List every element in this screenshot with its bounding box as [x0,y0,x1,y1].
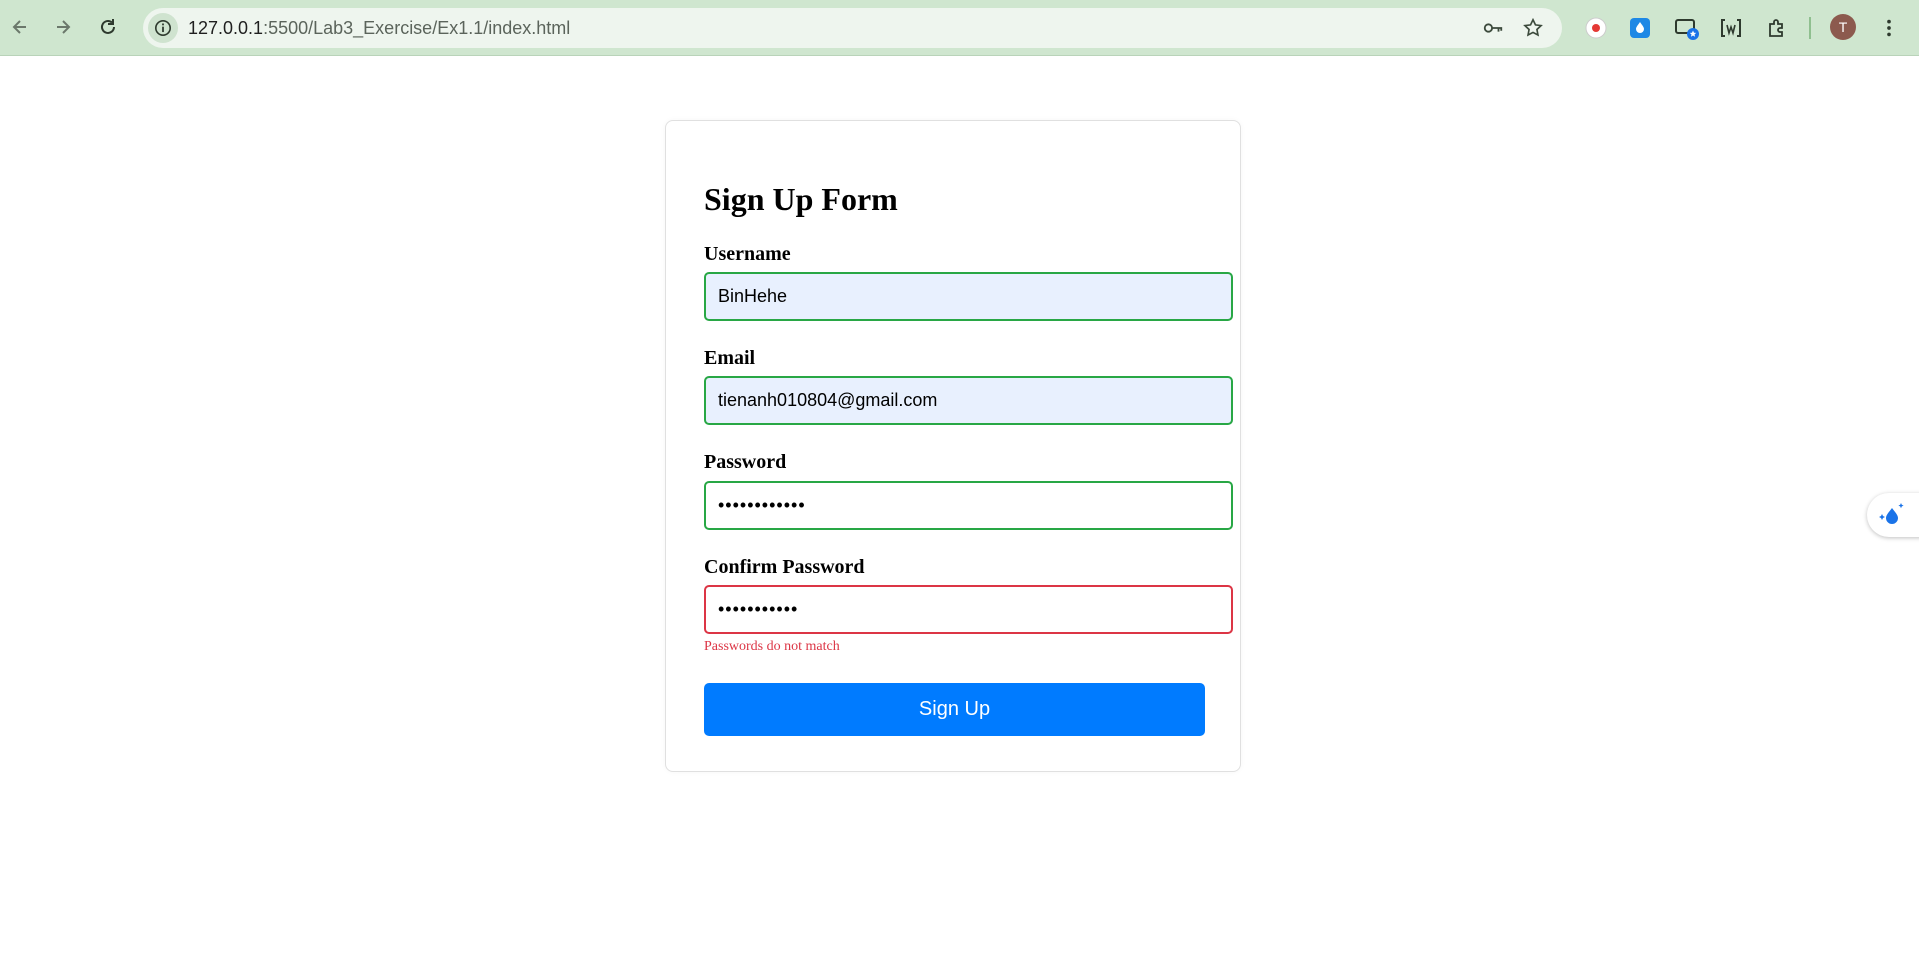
sign-up-button[interactable]: Sign Up [704,683,1205,736]
address-bar[interactable]: 127.0.0.1:5500/Lab3_Exercise/Ex1.1/index… [143,8,1562,48]
wappalyzer-extension-icon[interactable] [1716,13,1746,43]
cast-extension-icon[interactable] [1672,13,1702,43]
forward-arrow-icon[interactable] [47,11,79,43]
confirm-password-label: Confirm Password [704,556,865,578]
reload-icon[interactable] [92,11,124,43]
key-icon[interactable] [1481,16,1505,40]
puzzle-extensions-icon[interactable] [1762,13,1792,43]
sparkle-droplet-icon [1879,503,1904,524]
site-info-icon[interactable] [148,13,178,43]
username-label: Username [704,243,791,265]
url-text[interactable]: 127.0.0.1:5500/Lab3_Exercise/Ex1.1/index… [188,18,570,39]
confirm-password-input[interactable] [704,585,1233,634]
side-panel-droplet-button[interactable] [1867,493,1919,537]
password-mismatch-error: Passwords do not match [704,639,840,654]
profile-avatar[interactable]: T [1830,14,1856,40]
email-input[interactable] [704,376,1233,425]
record-extension-icon[interactable] [1581,13,1611,43]
star-icon[interactable] [1521,16,1545,40]
password-input[interactable] [704,481,1233,530]
toolbar-divider [1809,17,1811,39]
browser-toolbar: 127.0.0.1:5500/Lab3_Exercise/Ex1.1/index… [0,0,1919,56]
password-label: Password [704,451,787,473]
username-input[interactable] [704,272,1233,321]
form-title: Sign Up Form [704,181,898,217]
url-host: 127.0.0.1 [188,18,264,38]
url-path: :5500/Lab3_Exercise/Ex1.1/index.html [263,18,571,38]
droplet-extension-icon[interactable] [1625,13,1655,43]
back-arrow-icon[interactable] [4,11,36,43]
kebab-menu-icon[interactable] [1874,13,1904,43]
email-label: Email [704,347,756,369]
signup-card: Sign Up Form Username Email Password Con… [665,120,1241,772]
